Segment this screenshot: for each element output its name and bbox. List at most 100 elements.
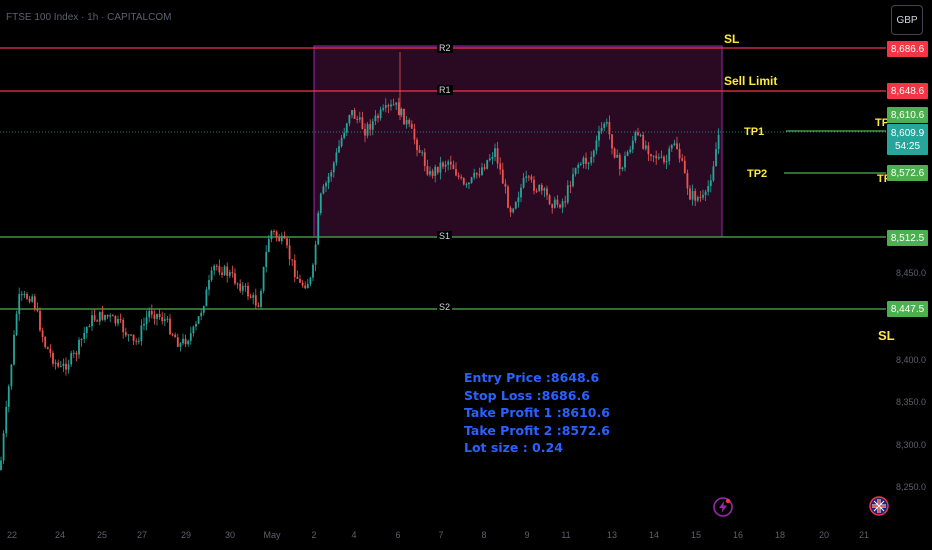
candle-body <box>41 330 44 338</box>
candle-body <box>137 341 140 343</box>
candle-body <box>491 156 494 159</box>
candle-body <box>652 155 655 157</box>
candle-body <box>49 349 52 353</box>
candle-body <box>512 208 515 213</box>
candle-body <box>447 161 450 165</box>
candle-body <box>559 204 561 208</box>
candle-body <box>197 316 200 324</box>
candle-body <box>712 166 715 181</box>
candle-body <box>340 137 343 147</box>
candle-body <box>67 364 70 370</box>
candle-body <box>364 128 366 136</box>
candle-body <box>189 333 192 341</box>
currency-button[interactable]: GBP <box>891 5 923 35</box>
x-tick: 4 <box>351 530 357 540</box>
candle-body <box>431 171 434 176</box>
candle-body <box>460 176 463 179</box>
candle-body <box>306 283 309 289</box>
x-tick: 29 <box>180 530 192 540</box>
candle-body <box>525 176 528 178</box>
x-tick: 6 <box>395 530 401 540</box>
take-profit-1-text: Take Profit 1 :8610.6 <box>464 405 610 420</box>
candle-body <box>665 161 668 163</box>
candle-body <box>202 306 205 313</box>
candle-body <box>7 386 10 407</box>
candle-body <box>176 337 179 347</box>
candle-body <box>371 121 374 130</box>
candle-body <box>44 337 47 348</box>
candle-body <box>148 310 151 318</box>
candle-body <box>548 195 551 205</box>
candle-body <box>150 310 153 315</box>
candle-body <box>631 140 634 150</box>
candle-body <box>124 332 127 336</box>
uk-flag-icon[interactable] <box>869 496 889 521</box>
candle-body <box>93 315 96 321</box>
candle-body <box>527 176 530 178</box>
x-tick: May <box>263 530 281 540</box>
sl-edge-label: SL <box>878 328 895 343</box>
candle-body <box>10 364 13 387</box>
candle-body <box>496 148 499 164</box>
candle-body <box>267 238 270 252</box>
s1-price-tag: 8,512.5 <box>887 230 928 246</box>
candle-body <box>392 104 395 106</box>
candle-body <box>465 184 468 186</box>
candle-body <box>161 317 164 322</box>
candle-body <box>384 105 387 108</box>
candle-body <box>291 259 294 261</box>
candle-body <box>145 317 148 324</box>
symbol-title[interactable]: FTSE 100 Index · 1h · CAPITALCOM <box>6 12 171 23</box>
candle-body <box>327 176 330 183</box>
candle-body <box>611 134 613 149</box>
candle-body <box>592 150 595 157</box>
candle-body <box>356 118 359 120</box>
candle-body <box>540 184 543 191</box>
candle-body <box>104 314 106 320</box>
candle-body <box>62 363 65 367</box>
candle-body <box>348 115 351 124</box>
candle-body <box>351 110 353 116</box>
lightning-bolt-icon[interactable] <box>713 497 733 522</box>
candle-body <box>678 149 681 159</box>
candle-body <box>418 150 421 153</box>
candle-body <box>72 352 75 354</box>
y-tick: 8,250.0 <box>896 482 927 492</box>
candle-body <box>78 339 80 355</box>
r2-label: R2 <box>437 43 453 53</box>
candle-body <box>236 283 239 285</box>
candle-body <box>23 293 26 295</box>
candle-body <box>106 314 109 317</box>
candle-body <box>244 285 247 287</box>
candle-body <box>111 315 114 317</box>
candle-body <box>36 309 39 311</box>
r1-label: R1 <box>437 85 453 95</box>
candle-body <box>301 282 304 286</box>
x-tick: 18 <box>774 530 786 540</box>
candle-body <box>239 283 242 291</box>
candle-body <box>405 119 408 125</box>
candle-body <box>119 318 122 320</box>
candle-body <box>481 167 483 175</box>
candle-body <box>624 155 626 168</box>
candle-body <box>122 319 125 333</box>
candle-body <box>520 187 522 198</box>
candle-body <box>33 296 36 310</box>
candle-body <box>689 188 691 200</box>
candle-body <box>507 186 509 208</box>
candle-body <box>265 251 268 267</box>
candle-body <box>182 338 184 344</box>
candle-body <box>109 315 112 317</box>
candle-body <box>254 295 257 306</box>
chart-area[interactable]: FTSE 100 Index · 1h · CAPITALCOM GBP SL … <box>0 0 932 550</box>
candle-body <box>408 119 411 124</box>
candlestick-chart[interactable] <box>0 0 932 550</box>
candle-body <box>80 338 83 340</box>
candle-body <box>390 104 392 107</box>
candle-body <box>423 152 426 166</box>
candle-body <box>608 122 611 135</box>
candle-body <box>234 273 236 284</box>
candle-body <box>468 182 470 185</box>
candle-body <box>153 314 156 319</box>
stop-loss-text: Stop Loss :8686.6 <box>464 387 590 403</box>
